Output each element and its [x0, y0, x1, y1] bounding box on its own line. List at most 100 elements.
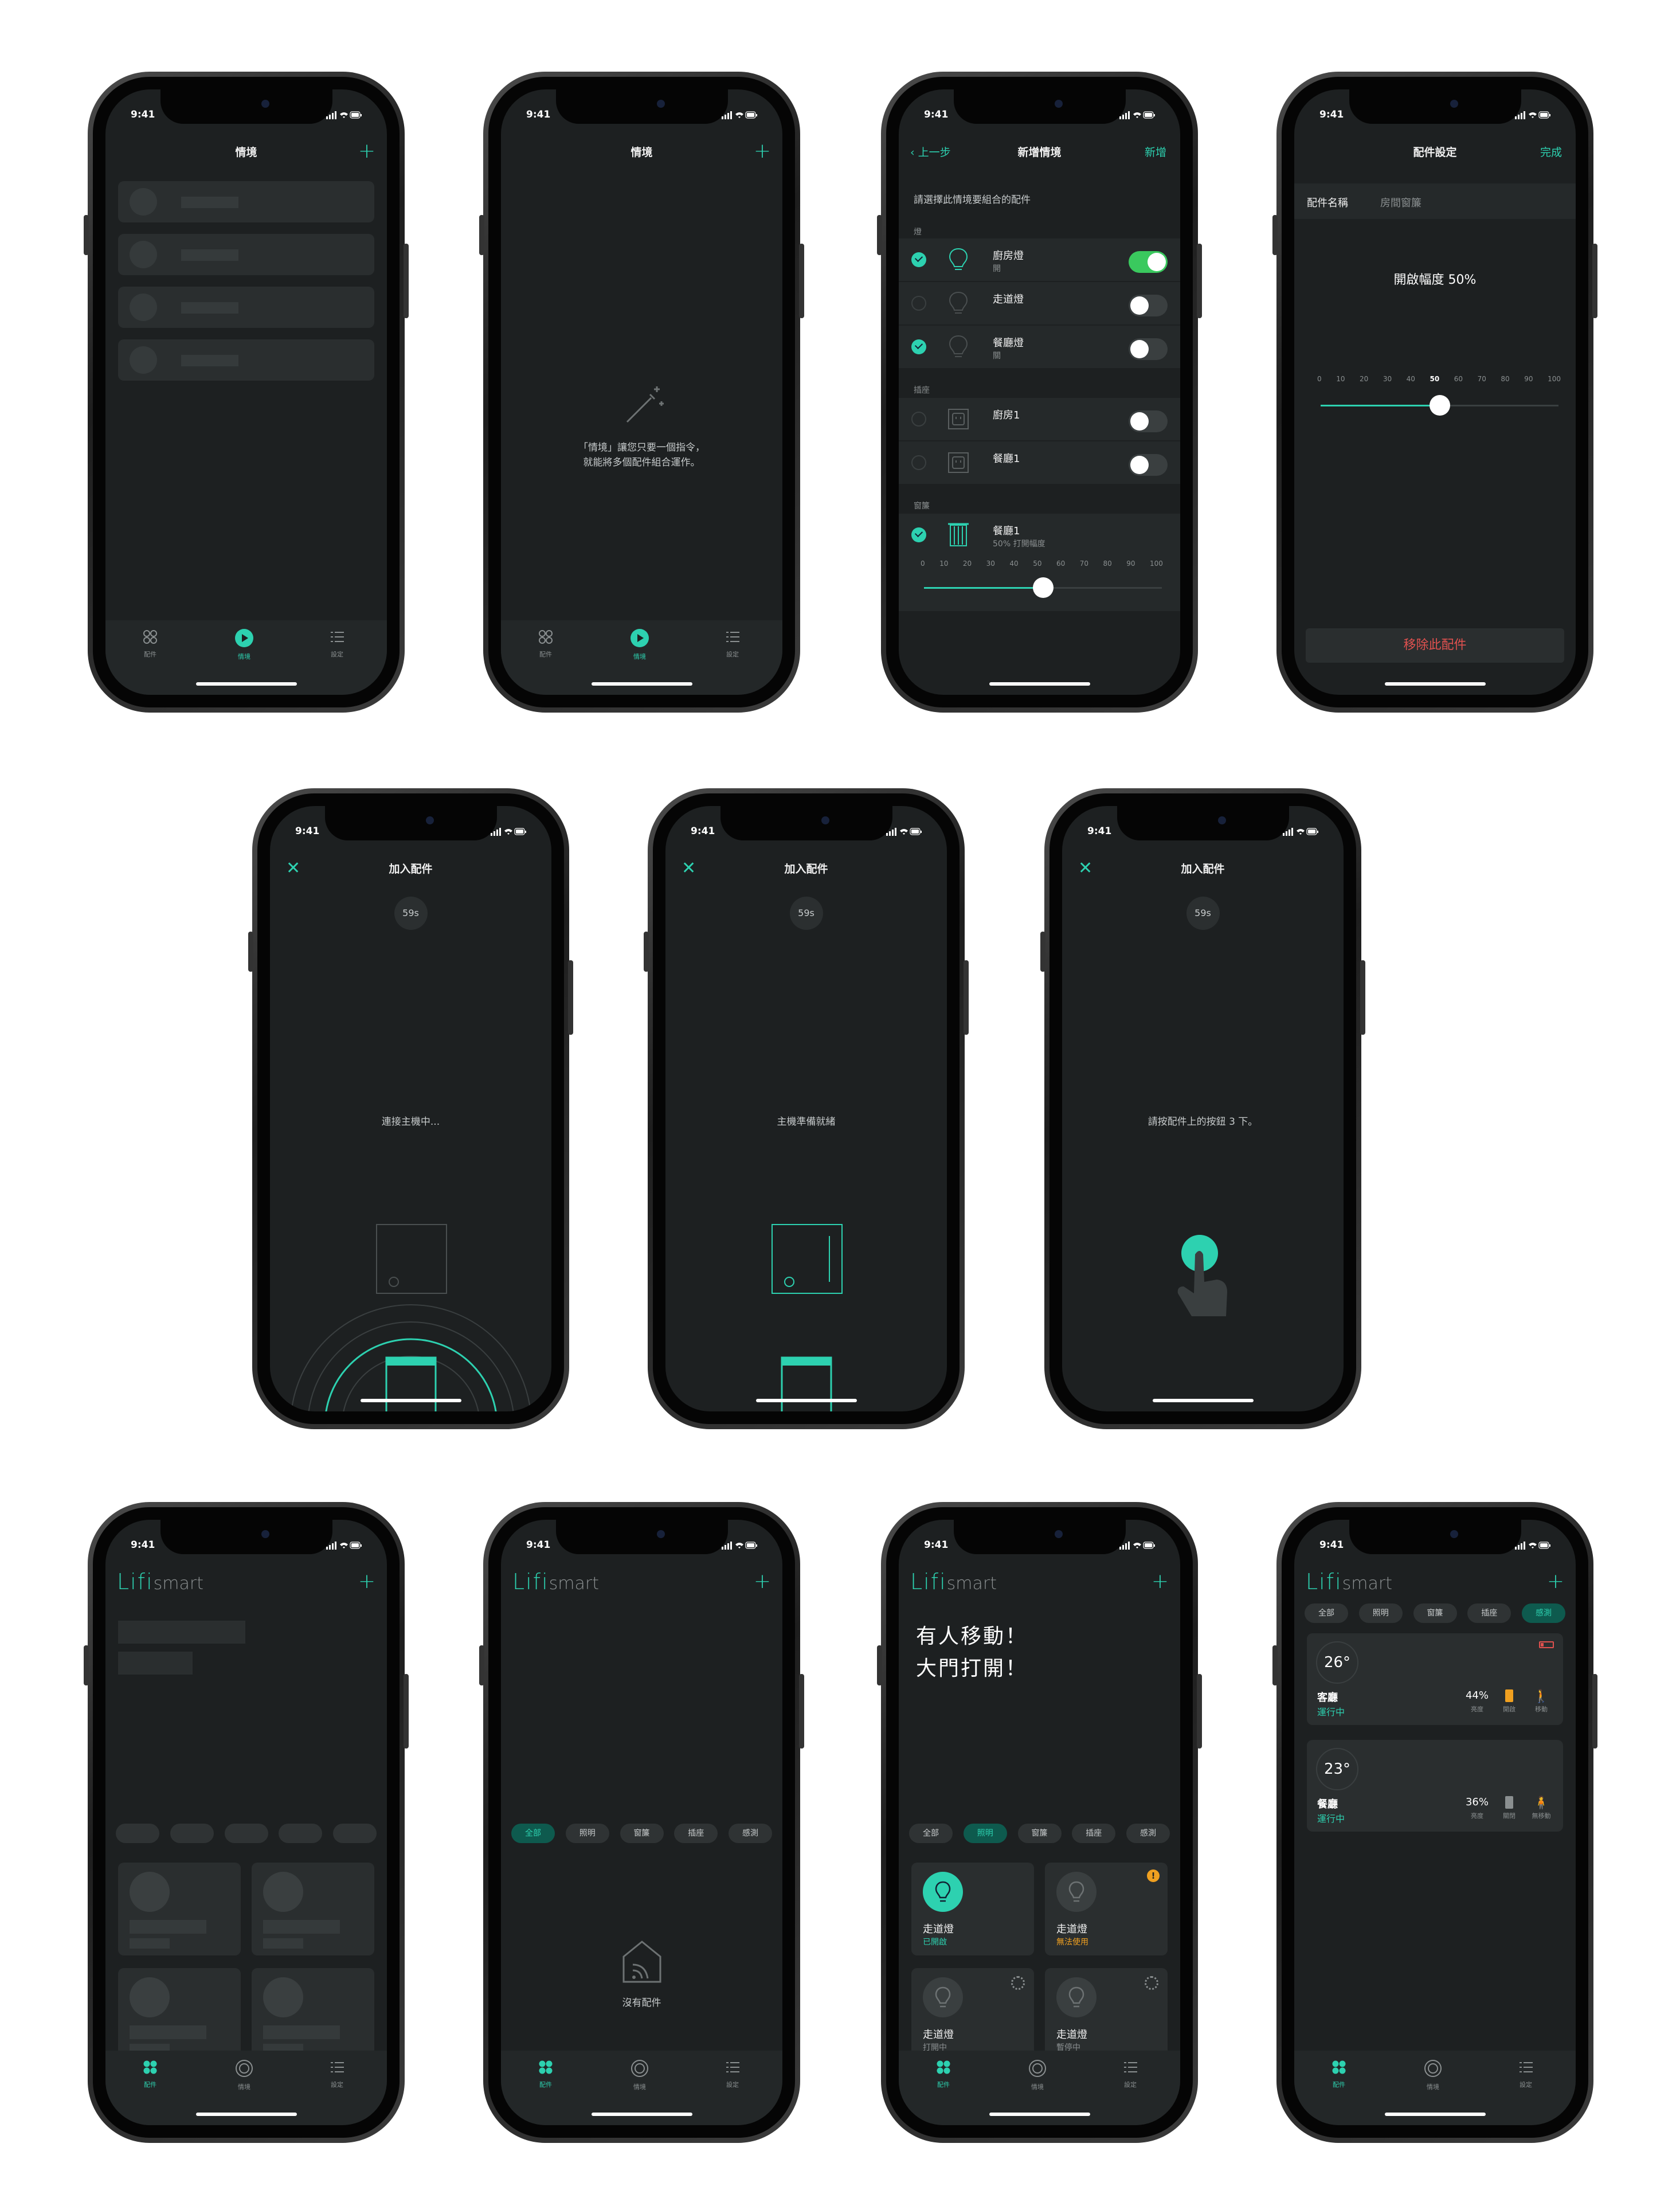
- close-icon[interactable]: ✕: [286, 859, 300, 878]
- list-item[interactable]: 餐廳1: [899, 441, 1180, 484]
- tab-settings[interactable]: 設定: [1503, 2059, 1549, 2089]
- tab-scenes[interactable]: 情境: [617, 2059, 663, 2091]
- chip-sensor[interactable]: 感測: [1522, 1603, 1565, 1623]
- tab-scenes[interactable]: 情境: [221, 628, 267, 661]
- slider-fill: [924, 587, 1043, 589]
- list-item[interactable]: 廚房1: [899, 398, 1180, 440]
- chip-lighting[interactable]: 照明: [565, 1824, 609, 1843]
- checkbox[interactable]: [911, 455, 926, 470]
- tab-settings[interactable]: 設定: [314, 2059, 360, 2089]
- page-title: 配件設定: [1413, 146, 1457, 159]
- slider-track[interactable]: [924, 577, 1162, 598]
- toggle[interactable]: [1129, 251, 1168, 273]
- tab-scenes[interactable]: 情境: [617, 628, 663, 661]
- tab-label: 情境: [633, 653, 646, 660]
- checkbox[interactable]: [911, 296, 926, 311]
- done-button[interactable]: 完成: [1540, 142, 1562, 163]
- home-indicator[interactable]: [989, 682, 1090, 686]
- list-item[interactable]: 餐廳1 50% 打開幅度 0 10 20 30 40 50 60 70 80 90 100: [899, 514, 1180, 611]
- checkbox[interactable]: [911, 527, 926, 542]
- home-indicator[interactable]: [591, 682, 692, 686]
- home-indicator[interactable]: [195, 682, 297, 686]
- toggle[interactable]: [1129, 410, 1168, 432]
- toggle[interactable]: [1129, 338, 1168, 360]
- checkbox[interactable]: [911, 252, 926, 267]
- tab-accessories[interactable]: 配件: [523, 628, 569, 659]
- tab-settings[interactable]: 設定: [1107, 2059, 1153, 2089]
- chip-sensor[interactable]: 感測: [1126, 1824, 1170, 1843]
- list-icon: [331, 2062, 344, 2072]
- tab-accessories[interactable]: 配件: [127, 628, 173, 659]
- chip-socket[interactable]: 插座: [1467, 1603, 1511, 1623]
- tab-settings[interactable]: 設定: [314, 628, 360, 659]
- list-item[interactable]: 廚房燈開: [899, 238, 1180, 281]
- home-indicator[interactable]: [1384, 682, 1486, 686]
- home-indicator[interactable]: [195, 2113, 297, 2116]
- checkbox[interactable]: [911, 339, 926, 354]
- door-closed-icon: [1505, 1796, 1513, 1809]
- tab-settings[interactable]: 設定: [710, 628, 755, 659]
- back-button[interactable]: ‹ 上一步: [910, 142, 951, 163]
- add-button[interactable]: +: [754, 1571, 771, 1592]
- home-indicator[interactable]: [1152, 1399, 1254, 1402]
- skeleton-row: [118, 339, 374, 381]
- tab-label: 設定: [726, 2081, 739, 2088]
- name-field[interactable]: 房間窗簾: [1380, 195, 1421, 210]
- tab-scenes[interactable]: 情境: [1015, 2059, 1060, 2091]
- status-message: 連接主機中...: [381, 1116, 440, 1128]
- tab-accessories[interactable]: 配件: [1316, 2059, 1362, 2089]
- tab-label: 配件: [144, 651, 156, 658]
- phone-home-sensors: 9:41 Lifismart + 全部 照明 窗簾 插座 感測 26° 客廳 運行中 4…: [1272, 1502, 1597, 2143]
- chip-socket[interactable]: 插座: [674, 1824, 718, 1843]
- close-icon[interactable]: ✕: [1078, 859, 1092, 878]
- checkbox[interactable]: [911, 412, 926, 427]
- tab-accessories[interactable]: 配件: [127, 2059, 173, 2089]
- list-item[interactable]: 餐廳燈關: [899, 326, 1180, 368]
- tab-scenes[interactable]: 情境: [1410, 2059, 1456, 2091]
- chip-curtain[interactable]: 窗簾: [1413, 1603, 1457, 1623]
- list-item[interactable]: 走道燈: [899, 282, 1180, 324]
- home-indicator[interactable]: [591, 2113, 692, 2116]
- tab-settings[interactable]: 設定: [710, 2059, 755, 2089]
- remove-accessory-button[interactable]: 移除此配件: [1306, 628, 1564, 663]
- sensor-card[interactable]: 26° 客廳 運行中 44% 亮度 開啟 🚶 移動: [1307, 1633, 1563, 1725]
- chip-lighting[interactable]: 照明: [963, 1824, 1007, 1843]
- name-field-row[interactable]: 配件名稱 房間窗簾: [1294, 183, 1576, 219]
- close-icon[interactable]: ✕: [682, 859, 696, 878]
- tab-accessories[interactable]: 配件: [523, 2059, 569, 2089]
- toggle[interactable]: [1129, 454, 1168, 476]
- scale-tick: 20: [1360, 375, 1369, 383]
- home-indicator[interactable]: [755, 1399, 857, 1402]
- hint-text: 請選擇此情境要組合的配件: [914, 194, 1031, 206]
- sensor-card[interactable]: 23° 餐廳 運行中 36% 亮度 關閉 🧍 無移動: [1307, 1740, 1563, 1832]
- home-indicator[interactable]: [360, 1399, 461, 1402]
- tab-scenes[interactable]: 情境: [221, 2059, 267, 2091]
- chip-all[interactable]: 全部: [909, 1824, 953, 1843]
- play-icon: [235, 629, 253, 647]
- accessory-card[interactable]: 走道燈 已開啟: [911, 1863, 1034, 1955]
- add-button[interactable]: +: [358, 141, 375, 162]
- add-button[interactable]: +: [1547, 1571, 1564, 1592]
- slider-thumb[interactable]: [1429, 395, 1450, 416]
- add-button[interactable]: +: [358, 1571, 375, 1592]
- home-indicator[interactable]: [989, 2113, 1090, 2116]
- scale-tick: 70: [1079, 560, 1088, 568]
- add-button[interactable]: +: [754, 141, 771, 162]
- chip-all[interactable]: 全部: [1305, 1603, 1348, 1623]
- accessory-card[interactable]: ! 走道燈 無法使用: [1045, 1863, 1168, 1955]
- chip-all[interactable]: 全部: [511, 1824, 555, 1843]
- chip-socket[interactable]: 插座: [1072, 1824, 1116, 1843]
- chip-curtain[interactable]: 窗簾: [620, 1824, 664, 1843]
- accessory-card[interactable]: 走道燈 暫停中: [1045, 1968, 1168, 2061]
- chip-lighting[interactable]: 照明: [1358, 1603, 1403, 1623]
- toggle[interactable]: [1129, 295, 1168, 316]
- add-scene-button[interactable]: 新增: [1145, 142, 1166, 163]
- slider-track[interactable]: [1321, 395, 1558, 416]
- slider-thumb[interactable]: [1032, 577, 1054, 598]
- chip-curtain[interactable]: 窗簾: [1017, 1824, 1062, 1843]
- home-indicator[interactable]: [1384, 2113, 1486, 2116]
- chip-sensor[interactable]: 感測: [729, 1824, 772, 1843]
- add-button[interactable]: +: [1152, 1571, 1169, 1592]
- accessory-card[interactable]: 走道燈 打開中: [911, 1968, 1034, 2061]
- tab-accessories[interactable]: 配件: [921, 2059, 966, 2089]
